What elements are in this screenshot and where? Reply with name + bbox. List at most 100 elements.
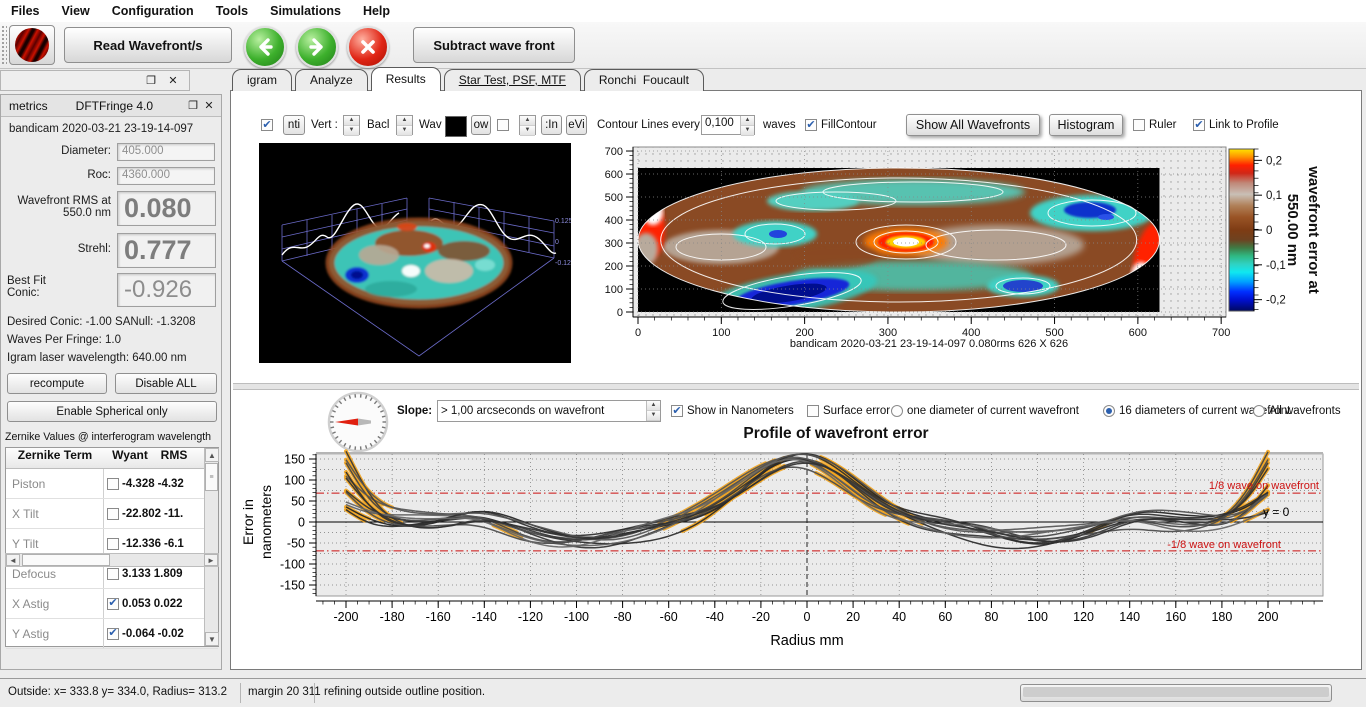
zernike-row[interactable]: X Tilt-22.802-11. xyxy=(6,499,218,529)
zernike-row[interactable]: Piston-4.328-4.32 xyxy=(6,469,218,499)
zernike-row[interactable]: Y Astig✔-0.064-0.02 xyxy=(6,619,218,649)
menu-configuration[interactable]: Configuration xyxy=(101,0,205,22)
dock-float-icon[interactable]: ❐ xyxy=(143,74,159,87)
waves-label: waves xyxy=(763,115,796,135)
back-spinner[interactable]: ▲▼ xyxy=(397,116,412,134)
menu-help[interactable]: Help xyxy=(352,0,401,22)
zernike-enable-checkbox[interactable] xyxy=(107,508,119,520)
contour-plot[interactable]: 0100200300400500600700010020030040050060… xyxy=(596,139,1361,373)
checkbox-icon[interactable] xyxy=(807,405,819,417)
tab-results[interactable]: Results xyxy=(371,67,441,91)
dock-close-icon[interactable]: ✕ xyxy=(165,74,181,87)
zernike-enable-checkbox[interactable] xyxy=(107,568,119,580)
col-rms[interactable]: RMS xyxy=(156,448,192,468)
surface3d-in-button[interactable]: :In xyxy=(541,115,562,135)
contour-interval-spinbox[interactable]: 0,100 ▲▼ xyxy=(701,115,755,135)
menu-simulations[interactable]: Simulations xyxy=(259,0,352,22)
show-nanometers-label: Show in Nanometers xyxy=(687,405,794,417)
tab-igram[interactable]: igram xyxy=(232,69,292,91)
slope-combo[interactable]: > 1,00 arcseconds on wavefront ▲▼ xyxy=(437,400,661,422)
next-wavefront-button[interactable] xyxy=(296,26,338,68)
surface3d-checkbox-2[interactable] xyxy=(497,115,509,135)
checkbox-icon[interactable] xyxy=(1133,119,1145,131)
histogram-button[interactable]: Histogram xyxy=(1049,114,1123,136)
metrics-close-icon[interactable]: ✕ xyxy=(201,99,217,112)
link-to-profile-checkbox[interactable]: ✔ Link to Profile xyxy=(1193,115,1279,135)
show-nanometers-checkbox[interactable]: ✔ Show in Nanometers xyxy=(671,401,794,421)
disable-all-button[interactable]: Disable ALL xyxy=(115,373,217,394)
delete-wavefront-button[interactable] xyxy=(347,26,389,68)
surface3d-show-button[interactable]: ow xyxy=(471,115,491,135)
read-wavefront-button[interactable]: Read Wavefront/s xyxy=(64,27,232,63)
show-all-wavefronts-button[interactable]: Show All Wavefronts xyxy=(906,114,1040,136)
all-wavefronts-radio[interactable]: All wavefronts xyxy=(1253,401,1341,421)
zero-ref-label: y = 0 xyxy=(1263,505,1290,519)
x-tick-label: -40 xyxy=(706,610,724,624)
zernike-enable-checkbox[interactable]: ✔ xyxy=(107,598,119,610)
colorbar-tick-label: 0,1 xyxy=(1266,190,1282,202)
horizontal-splitter[interactable] xyxy=(233,383,1359,390)
previous-wavefront-button[interactable] xyxy=(244,26,286,68)
checkbox-icon[interactable]: ✔ xyxy=(805,119,817,131)
hscroll-thumb[interactable] xyxy=(22,554,110,566)
menu-view[interactable]: View xyxy=(51,0,101,22)
zernike-table-header[interactable]: Zernike Term Wyant RMS xyxy=(6,448,218,469)
checkbox-icon[interactable] xyxy=(497,119,509,131)
slope-combo-arrows[interactable]: ▲▼ xyxy=(646,401,660,421)
scroll-down-icon[interactable]: ▼ xyxy=(205,632,219,646)
zernike-hscrollbar[interactable]: ◄ ► xyxy=(5,553,219,567)
scroll-left-icon[interactable]: ◄ xyxy=(6,554,20,566)
roc-field[interactable]: 4360.000 xyxy=(117,167,215,185)
metrics-float-icon[interactable]: ❐ xyxy=(185,99,201,112)
vert-spinner[interactable]: ▲▼ xyxy=(344,116,359,134)
recompute-button[interactable]: recompute xyxy=(7,373,107,394)
all-wavefronts-label: All wavefronts xyxy=(1269,405,1341,417)
toolbar-drag-handle[interactable] xyxy=(1,25,7,65)
menu-files[interactable]: Files xyxy=(0,0,51,22)
radio-icon[interactable] xyxy=(891,405,903,417)
contour-interval-value[interactable]: 0,100 xyxy=(702,116,740,134)
gauge-tick xyxy=(382,427,385,428)
scroll-up-icon[interactable]: ▲ xyxy=(205,448,219,462)
surface-error-checkbox[interactable]: Surface error xyxy=(807,401,890,421)
scroll-right-icon[interactable]: ► xyxy=(204,554,218,566)
zernike-vscrollbar[interactable]: ▲ ≡ ▼ xyxy=(204,448,218,646)
zernike-row[interactable]: X Astig✔0.0530.022 xyxy=(6,589,218,619)
one-diameter-radio[interactable]: one diameter of current wavefront xyxy=(891,401,1079,421)
tab-ronchi-foucault[interactable]: Ronchi Foucault xyxy=(584,69,704,91)
slope-combo-value[interactable]: > 1,00 arcseconds on wavefront xyxy=(438,401,646,421)
surface3d-vi-button[interactable]: eVi xyxy=(566,115,587,135)
radio-icon[interactable] xyxy=(1103,405,1115,417)
contour-interval-arrows[interactable]: ▲▼ xyxy=(740,116,754,134)
profile-plot[interactable]: -200-180-160-140-120-100-80-60-40-200204… xyxy=(231,449,1361,661)
fillcontour-label: FillContour xyxy=(821,119,877,131)
surface3d-anti-button[interactable]: nti xyxy=(283,115,305,135)
tab-star-test-psf-mtf[interactable]: Star Test, PSF, MTF xyxy=(444,69,581,91)
enable-spherical-button[interactable]: Enable Spherical only xyxy=(7,401,217,422)
extra-spinner[interactable]: ▲▼ xyxy=(520,116,535,134)
vscroll-thumb[interactable]: ≡ xyxy=(205,463,218,491)
zernike-enable-checkbox[interactable]: ✔ xyxy=(107,628,119,640)
col-wyant[interactable]: Wyant xyxy=(104,448,156,468)
surface3d-plot[interactable]: 0.1250-0.125 xyxy=(259,143,571,363)
menu-tools[interactable]: Tools xyxy=(205,0,259,22)
wavefront-color-swatch[interactable] xyxy=(445,116,467,137)
metrics-titlebar[interactable]: metrics DFTFringe 4.0 ❐ ✕ xyxy=(1,95,221,117)
fillcontour-checkbox[interactable]: ✔ FillContour xyxy=(805,115,877,135)
surface3d-checkbox-1[interactable]: ✔ xyxy=(261,115,273,135)
x-tick-label: -120 xyxy=(518,610,543,624)
subtract-wavefront-button[interactable]: Subtract wave front xyxy=(413,27,575,63)
y-tick-label: -150 xyxy=(280,579,305,593)
diameter-field[interactable]: 405.000 xyxy=(117,143,215,161)
checkbox-icon[interactable]: ✔ xyxy=(1193,119,1205,131)
zernike-table[interactable]: Zernike Term Wyant RMS Piston-4.328-4.32… xyxy=(5,447,219,647)
checkbox-icon[interactable]: ✔ xyxy=(261,119,273,131)
tab-analyze[interactable]: Analyze xyxy=(295,69,368,91)
col-zernike-term[interactable]: Zernike Term xyxy=(6,448,104,468)
interferogram-logo-button[interactable] xyxy=(9,25,55,65)
zernike-enable-checkbox[interactable] xyxy=(107,478,119,490)
radio-icon[interactable] xyxy=(1253,405,1265,417)
checkbox-icon[interactable]: ✔ xyxy=(671,405,683,417)
ruler-checkbox[interactable]: Ruler xyxy=(1133,115,1176,135)
zernike-enable-checkbox[interactable] xyxy=(107,538,119,550)
